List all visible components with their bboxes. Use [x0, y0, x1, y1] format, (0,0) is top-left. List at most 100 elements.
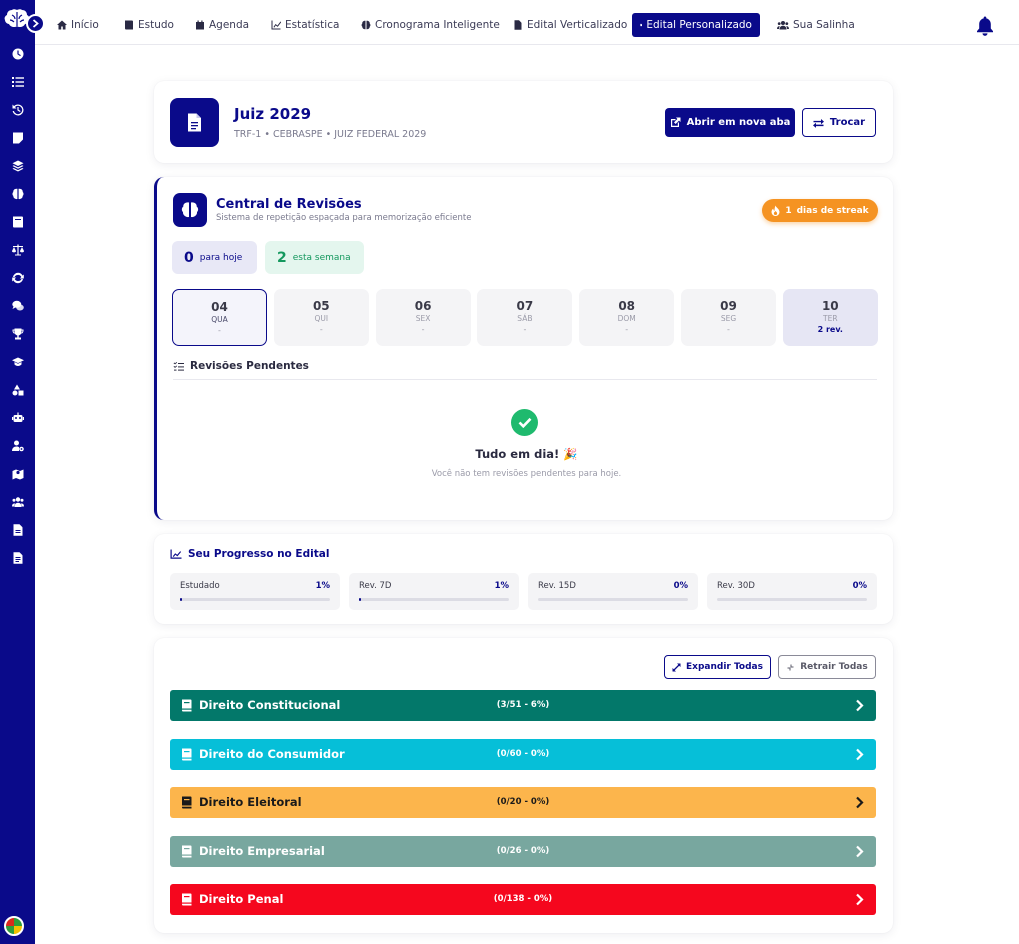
- day-number: 05: [312, 299, 330, 313]
- streak-label: dias de streak: [796, 205, 869, 216]
- sidebar-item-2[interactable]: [0, 96, 35, 124]
- sidebar-item-16[interactable]: [0, 488, 35, 516]
- day-number: 06: [414, 299, 432, 313]
- sidebar-menu: [0, 40, 35, 572]
- nav-sua-salinha[interactable]: Sua Salinha: [769, 13, 863, 37]
- sidebar-item-3[interactable]: [0, 124, 35, 152]
- day-review-count: -: [727, 325, 730, 334]
- day-box[interactable]: 05 QUI -: [273, 289, 369, 346]
- day-weekday: SEX: [415, 314, 431, 323]
- switch-edital-button[interactable]: Trocar: [802, 108, 876, 137]
- progress-stat: Rev. 7D 1%: [349, 573, 519, 610]
- sidebar-item-8[interactable]: [0, 264, 35, 292]
- nav-label: Estudo: [138, 19, 174, 31]
- day-review-count: -: [421, 325, 425, 334]
- central-revisoes-card: Central de Revisões Sistema de repetição…: [154, 177, 893, 520]
- sidebar-item-18[interactable]: [0, 544, 35, 572]
- day-box[interactable]: 04 QUA -: [172, 289, 267, 346]
- expand-all-button[interactable]: Expandir Todas: [664, 655, 771, 679]
- graduation-icon: [11, 357, 24, 366]
- day-weekday: SEG: [720, 314, 737, 323]
- subject-row[interactable]: Direito do Consumidor (0/60 - 0%): [170, 738, 876, 770]
- nav-estudo[interactable]: Estudo: [116, 13, 182, 37]
- streak-count: 1: [785, 205, 792, 216]
- subject-row[interactable]: Direito Constitucional (3/51 - 6%): [170, 690, 876, 721]
- note-icon: [12, 132, 23, 144]
- day-weekday: QUI: [314, 314, 329, 323]
- sidebar-item-4[interactable]: [0, 152, 35, 180]
- progress-stat: Rev. 15D 0%: [528, 573, 698, 610]
- avatar[interactable]: [4, 916, 24, 936]
- day-weekday: TER: [823, 314, 838, 323]
- day-box[interactable]: 09 SEG -: [681, 289, 776, 346]
- day-review-count: 2 rev.: [817, 325, 843, 334]
- sync-icon: [11, 272, 24, 284]
- sidebar-item-17[interactable]: [0, 516, 35, 544]
- sidebar-item-5[interactable]: [0, 180, 35, 208]
- week-count: 2: [277, 249, 287, 266]
- progress-stat-value: 1%: [494, 581, 509, 591]
- bell-icon[interactable]: [976, 16, 994, 36]
- subject-row[interactable]: Direito Eleitoral (0/20 - 0%): [170, 787, 876, 818]
- divider: [173, 379, 877, 380]
- nav-inicio[interactable]: Início: [49, 13, 107, 37]
- nav-edital-personalizado[interactable]: Edital Personalizado: [632, 13, 760, 37]
- subject-progress: (0/20 - 0%): [496, 797, 550, 807]
- fire-icon: [771, 205, 780, 216]
- revisoes-title: Central de Revisões: [216, 197, 362, 212]
- day-box[interactable]: 10 TER 2 rev.: [782, 289, 878, 346]
- sidebar-item-6[interactable]: [0, 208, 35, 236]
- day-number: 08: [618, 299, 636, 313]
- scale-icon: [11, 244, 24, 256]
- sidebar-item-15[interactable]: [0, 460, 35, 488]
- week-label: esta semana: [292, 252, 351, 263]
- open-new-tab-button[interactable]: Abrir em nova aba: [665, 108, 795, 137]
- subject-progress: (0/26 - 0%): [496, 845, 550, 856]
- sidebar-item-9[interactable]: [0, 292, 35, 320]
- day-box[interactable]: 08 DOM -: [579, 289, 675, 346]
- list-icon: [11, 77, 24, 87]
- chat-icon: [11, 300, 24, 311]
- chevron-right-icon: [856, 796, 864, 809]
- nav-agenda[interactable]: Agenda: [187, 13, 257, 37]
- check-circle-icon: [511, 409, 538, 436]
- day-weekday: SÁB: [517, 314, 533, 323]
- sidebar-item-10[interactable]: [0, 320, 35, 348]
- progress-title: Seu Progresso no Edital: [188, 548, 330, 560]
- sidebar-item-7[interactable]: [0, 236, 35, 264]
- day-box[interactable]: 06 SEX -: [375, 289, 471, 346]
- user-cog-icon: [11, 440, 24, 452]
- progress-bar-fill: [359, 598, 361, 601]
- external-link-icon: [670, 117, 681, 127]
- pending-reviews-heading: Revisões Pendentes: [173, 360, 309, 372]
- progress-bar: [717, 598, 867, 601]
- chevron-right-icon: [856, 699, 864, 712]
- disciplinas-card: Expandir Todas Retrair Todas Direito Con…: [154, 638, 893, 933]
- sidebar-item-13[interactable]: [0, 404, 35, 432]
- shapes-icon: [12, 384, 23, 396]
- progress-bar-fill: [180, 598, 182, 601]
- all-done-title: Tudo em dia! 🎉: [475, 447, 578, 461]
- nav-edital-verticalizado[interactable]: Edital Verticalizado: [505, 13, 635, 37]
- sidebar-item-0[interactable]: [0, 40, 35, 68]
- subject-row[interactable]: Direito Penal (0/138 - 0%): [170, 884, 876, 915]
- sidebar-item-14[interactable]: [0, 432, 35, 460]
- top-navigation: Início Estudo Agenda Estatística Cronogr…: [35, 0, 1019, 45]
- all-done-subtitle: Você não tem revisões pendentes para hoj…: [431, 469, 622, 479]
- streak-badge: 1 dias de streak: [762, 199, 878, 222]
- sidebar-item-11[interactable]: [0, 348, 35, 376]
- revisoes-subtitle: Sistema de repetição espaçada para memor…: [216, 213, 472, 223]
- progress-card: Seu Progresso no Edital Estudado 1% Rev. 7…: [154, 534, 893, 624]
- nav-estatistica[interactable]: Estatística: [263, 13, 347, 37]
- subject-row[interactable]: Direito Empresarial (0/26 - 0%): [170, 835, 876, 867]
- day-review-count: -: [523, 325, 527, 334]
- sidebar-item-1[interactable]: [0, 68, 35, 96]
- sidebar-item-12[interactable]: [0, 376, 35, 404]
- day-box[interactable]: 07 SÁB -: [477, 289, 573, 346]
- nav-cronograma[interactable]: Cronograma Inteligente: [353, 13, 508, 37]
- nav-label: Início: [71, 19, 99, 31]
- trophy-icon: [12, 328, 23, 340]
- brain-icon: [11, 188, 24, 200]
- collapse-all-button[interactable]: Retrair Todas: [778, 655, 876, 679]
- sidebar-toggle-button[interactable]: [26, 14, 45, 33]
